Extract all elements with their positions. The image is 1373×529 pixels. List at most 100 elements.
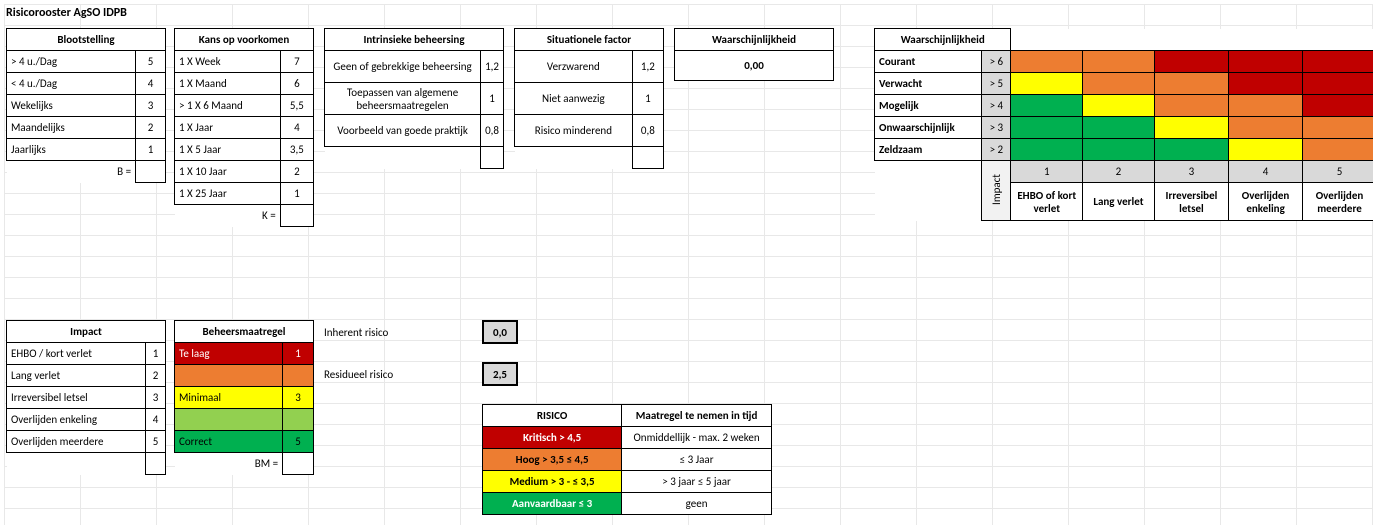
k-input[interactable] xyxy=(280,205,313,227)
matrix-cell xyxy=(1011,95,1083,117)
cell: Maandelijks xyxy=(7,117,136,139)
situationeel-input[interactable] xyxy=(632,147,663,169)
matrix-cell xyxy=(1154,95,1228,117)
cell: 1 X 5 Jaar xyxy=(175,139,281,161)
cell: 1 xyxy=(146,343,166,365)
matrix-row: Courant > 6 xyxy=(875,51,1373,73)
matrix-row: Zeldzaam > 2 xyxy=(875,139,1373,161)
cell: Wekelijks xyxy=(7,95,136,117)
matrix-col-label: Lang verlet xyxy=(1083,183,1155,221)
matrix-cell xyxy=(1303,51,1373,73)
table-risico-legend: RISICO Maatregel te nemen in tijd Kritis… xyxy=(482,404,772,515)
b-equals-label: B = xyxy=(7,161,136,183)
table-kans: Kans op voorkomen 1 X Week7 1 X Maand6 >… xyxy=(174,28,314,227)
matrix-header: Waarschijnlijkheid xyxy=(875,29,1011,51)
cell: 1 X Week xyxy=(175,51,281,73)
cell: Hoog > 3,5 ≤ 4,5 xyxy=(483,449,622,471)
cell: Correct xyxy=(175,431,283,453)
matrix-cell xyxy=(1154,73,1228,95)
cell: 1 xyxy=(481,83,504,115)
cell: EHBO / kort verlet xyxy=(7,343,146,365)
cell: 7 xyxy=(280,51,313,73)
cell: > 3 jaar ≤ 5 jaar xyxy=(622,471,772,493)
matrix-cell xyxy=(1229,139,1303,161)
maatregel-header: Maatregel te nemen in tijd xyxy=(622,405,772,427)
table-intrinsiek: Intrinsieke beheersing Geen of gebrekkig… xyxy=(324,28,504,169)
cell xyxy=(175,365,283,387)
cell: 1 X Jaar xyxy=(175,117,281,139)
intrinsiek-input[interactable] xyxy=(481,147,504,169)
cell: 1 xyxy=(280,183,313,205)
cell: < 4 u./Dag xyxy=(7,73,136,95)
cell: Lang verlet xyxy=(7,365,146,387)
matrix-cell xyxy=(1303,95,1373,117)
cell: Jaarlijks xyxy=(7,139,136,161)
matrix-cell xyxy=(1303,73,1373,95)
matrix-cell xyxy=(1229,73,1303,95)
cell: Minimaal xyxy=(175,387,283,409)
matrix-cell xyxy=(1011,117,1083,139)
cell: Geen of gebrekkige beheersing xyxy=(325,51,481,83)
matrix-col-label: Irreversibel letsel xyxy=(1154,183,1228,221)
cell: 2 xyxy=(146,365,166,387)
cell: 5 xyxy=(146,431,166,453)
matrix-row: Verwacht > 5 xyxy=(875,73,1373,95)
cell: 3 xyxy=(146,387,166,409)
matrix-cell xyxy=(1303,139,1373,161)
cell: > 4 u./Dag xyxy=(7,51,136,73)
cell: 4 xyxy=(146,409,166,431)
waarschijnlijkheid-value: 0,00 xyxy=(675,51,834,81)
table-blootstelling: Blootstelling > 4 u./Dag5 < 4 u./Dag4 We… xyxy=(6,28,166,183)
blootstelling-header: Blootstelling xyxy=(7,29,166,51)
cell: Medium > 3 - ≤ 3,5 xyxy=(483,471,622,493)
table-waarschijnlijkheid: Waarschijnlijkheid 0,00 xyxy=(674,28,834,81)
matrix-impact-label: Impact xyxy=(982,161,1011,221)
matrix-col-label: Overlijden meerdere xyxy=(1303,183,1373,221)
matrix-col-num: 4 xyxy=(1229,161,1303,183)
cell: 1 xyxy=(136,139,166,161)
matrix-row-thr: > 4 xyxy=(982,95,1011,117)
matrix-cell xyxy=(1083,51,1155,73)
matrix-col-num: 1 xyxy=(1011,161,1083,183)
matrix-cell xyxy=(1154,51,1228,73)
matrix-row: Onwaarschijnlijk > 3 xyxy=(875,117,1373,139)
cell: Overlijden meerdere xyxy=(7,431,146,453)
cell: Kritisch > 4,5 xyxy=(483,427,622,449)
risk-matrix: Waarschijnlijkheid Courant > 6 Verwacht … xyxy=(874,28,1373,221)
cell xyxy=(283,365,314,387)
cell: > 1 X 6 Maand xyxy=(175,95,281,117)
residueel-value: 2,5 xyxy=(483,363,517,385)
cell: Onmiddellijk - max. 2 weken xyxy=(622,427,772,449)
cell: 5 xyxy=(136,51,166,73)
cell: Irreversibel letsel xyxy=(7,387,146,409)
cell: Toepassen van algemene beheersmaatregele… xyxy=(325,83,481,115)
matrix-cell xyxy=(1083,73,1155,95)
risico-header: RISICO xyxy=(483,405,622,427)
k-equals-label: K = xyxy=(175,205,281,227)
cell: Risico minderend xyxy=(515,115,633,147)
cell: geen xyxy=(622,493,772,515)
bm-input[interactable] xyxy=(283,453,314,475)
cell: 0,8 xyxy=(481,115,504,147)
cell: 1 xyxy=(632,83,663,115)
cell: 5 xyxy=(283,431,314,453)
matrix-col-num: 5 xyxy=(1303,161,1373,183)
matrix-cell xyxy=(1083,117,1155,139)
matrix-row-thr: > 6 xyxy=(982,51,1011,73)
matrix-row-thr: > 2 xyxy=(982,139,1011,161)
matrix-cell xyxy=(1229,51,1303,73)
cell: 1,2 xyxy=(632,51,663,83)
situationeel-header: Situationele factor xyxy=(515,29,664,51)
matrix-cell xyxy=(1303,117,1373,139)
bm-equals-label: BM = xyxy=(175,453,283,475)
impact-input[interactable] xyxy=(146,453,166,475)
cell: 3 xyxy=(283,387,314,409)
matrix-cell xyxy=(1154,117,1228,139)
waarschijnlijkheid-header: Waarschijnlijkheid xyxy=(675,29,834,51)
cell xyxy=(175,409,283,431)
cell xyxy=(283,409,314,431)
table-situationeel: Situationele factor Verzwarend1,2 Niet a… xyxy=(514,28,664,169)
cell: Niet aanwezig xyxy=(515,83,633,115)
matrix-cell xyxy=(1229,117,1303,139)
b-input[interactable] xyxy=(136,161,166,183)
